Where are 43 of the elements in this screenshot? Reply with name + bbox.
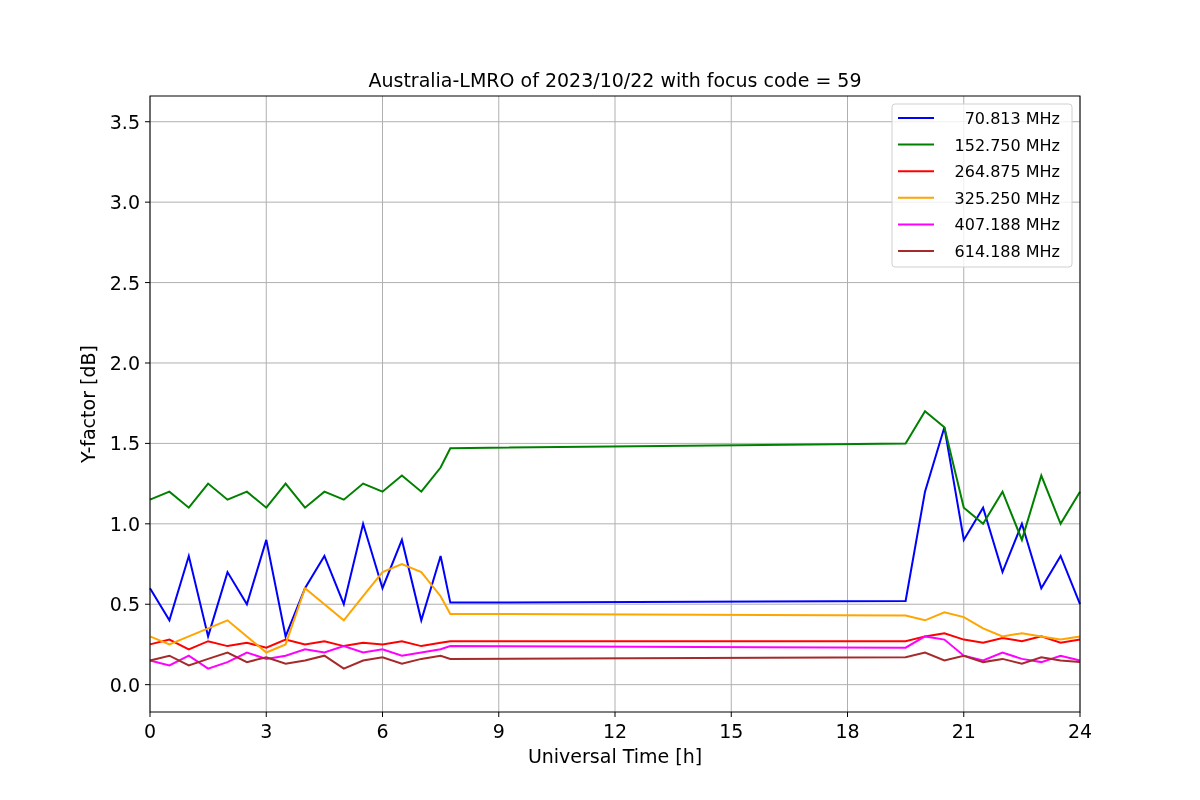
y-axis-label: Y-factor [dB] xyxy=(77,345,99,463)
x-tick-label: 6 xyxy=(376,720,389,742)
chart-title: Australia-LMRO of 2023/10/22 with focus code = 59 xyxy=(368,69,862,91)
x-tick-label: 15 xyxy=(719,720,744,742)
tick-mark xyxy=(144,282,151,284)
y-tick-label: 3.5 xyxy=(109,110,140,133)
legend-label: 614.188 MHz xyxy=(954,242,1060,261)
tick-mark xyxy=(144,201,151,203)
legend-label: 325.250 MHz xyxy=(954,188,1060,208)
tick-mark xyxy=(144,121,151,123)
tick-mark xyxy=(498,711,500,718)
tick-mark xyxy=(265,711,267,718)
legend-label: 152.750 MHz xyxy=(954,135,1060,155)
legend-label: 70.813 MHz xyxy=(964,109,1060,128)
tick-mark xyxy=(963,711,965,718)
tick-mark xyxy=(144,684,151,686)
y-tick-label: 2.0 xyxy=(109,352,140,374)
tick-mark xyxy=(144,523,151,525)
legend-label: 407.188 MHz xyxy=(954,215,1060,235)
tick-mark xyxy=(144,442,151,444)
tick-mark xyxy=(1079,711,1081,718)
tick-mark xyxy=(144,362,151,364)
x-tick-label: 21 xyxy=(951,720,976,742)
x-tick-label: 3 xyxy=(260,720,273,742)
legend-label: 264.875 MHz xyxy=(954,162,1060,182)
tick-mark xyxy=(614,711,616,718)
x-tick-label: 18 xyxy=(835,720,860,742)
tick-mark xyxy=(847,711,848,718)
y-tick-label: 0.0 xyxy=(109,673,140,696)
tick-mark xyxy=(144,603,151,605)
y-tick-label: 0.5 xyxy=(109,593,140,616)
x-axis-label: Universal Time [h] xyxy=(527,745,703,767)
tick-mark xyxy=(730,711,732,718)
y-tick-label: 3.0 xyxy=(109,191,140,214)
x-tick-label: 9 xyxy=(492,720,505,742)
y-tick-label: 2.5 xyxy=(109,271,140,294)
tick-mark xyxy=(149,711,151,718)
x-tick-label: 24 xyxy=(1067,720,1093,742)
x-tick-label: 12 xyxy=(602,720,628,742)
x-tick-label: 0 xyxy=(143,720,157,742)
y-tick-label: 1.5 xyxy=(109,432,140,455)
y-tick-label: 1.0 xyxy=(109,512,140,535)
tick-mark xyxy=(382,711,383,718)
